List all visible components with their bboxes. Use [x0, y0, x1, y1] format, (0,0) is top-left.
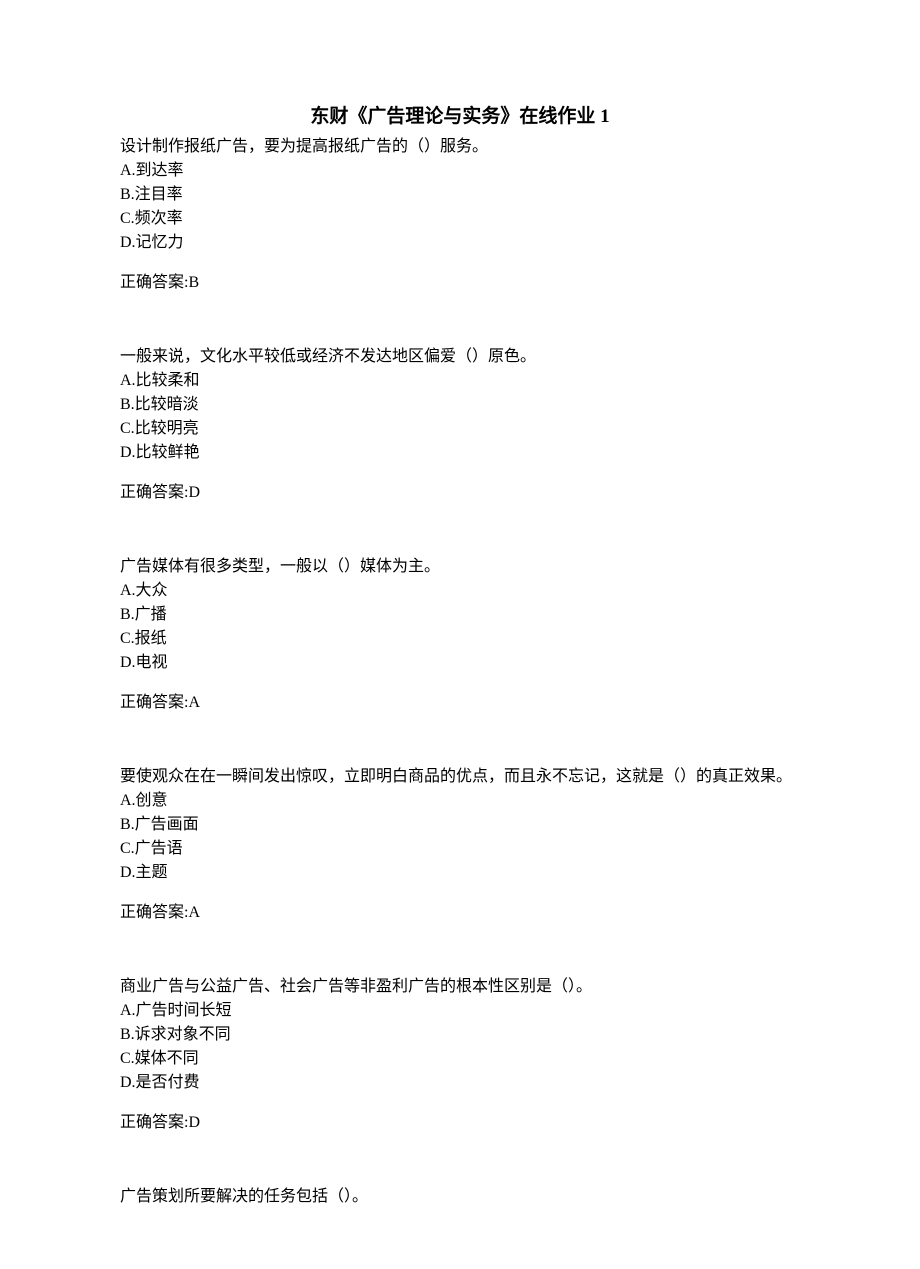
option-d: D.比较鲜艳	[120, 441, 800, 465]
correct-answer: 正确答案:B	[120, 271, 800, 295]
page-title: 东财《广告理论与实务》在线作业 1	[120, 103, 800, 132]
question-1: 设计制作报纸广告，要为提高报纸广告的（）服务。 A.到达率 B.注目率 C.频次…	[120, 135, 800, 295]
correct-answer: 正确答案:A	[120, 691, 800, 715]
option-d: D.电视	[120, 651, 800, 675]
option-a: A.到达率	[120, 159, 800, 183]
question-5: 商业广告与公益广告、社会广告等非盈利广告的根本性区别是（）。 A.广告时间长短 …	[120, 975, 800, 1135]
option-d: D.记忆力	[120, 231, 800, 255]
option-a: A.大众	[120, 579, 800, 603]
question-4: 要使观众在在一瞬间发出惊叹，立即明白商品的优点，而且永不忘记，这就是（）的真正效…	[120, 765, 800, 925]
option-a: A.广告时间长短	[120, 999, 800, 1023]
question-6: 广告策划所要解决的任务包括（）。	[120, 1185, 800, 1209]
correct-answer: 正确答案:D	[120, 1111, 800, 1135]
option-c: C.媒体不同	[120, 1047, 800, 1071]
option-c: C.比较明亮	[120, 417, 800, 441]
option-b: B.注目率	[120, 183, 800, 207]
question-text: 设计制作报纸广告，要为提高报纸广告的（）服务。	[120, 135, 800, 159]
option-a: A.创意	[120, 789, 800, 813]
option-b: B.诉求对象不同	[120, 1023, 800, 1047]
option-c: C.报纸	[120, 627, 800, 651]
question-text: 一般来说，文化水平较低或经济不发达地区偏爱（）原色。	[120, 345, 800, 369]
option-c: C.广告语	[120, 837, 800, 861]
option-a: A.比较柔和	[120, 369, 800, 393]
question-text: 要使观众在在一瞬间发出惊叹，立即明白商品的优点，而且永不忘记，这就是（）的真正效…	[120, 765, 800, 789]
correct-answer: 正确答案:D	[120, 481, 800, 505]
option-b: B.广告画面	[120, 813, 800, 837]
question-text: 商业广告与公益广告、社会广告等非盈利广告的根本性区别是（）。	[120, 975, 800, 999]
document-page: 东财《广告理论与实务》在线作业 1 设计制作报纸广告，要为提高报纸广告的（）服务…	[0, 0, 920, 1269]
correct-answer: 正确答案:A	[120, 901, 800, 925]
option-b: B.比较暗淡	[120, 393, 800, 417]
option-c: C.频次率	[120, 207, 800, 231]
question-text: 广告媒体有很多类型，一般以（）媒体为主。	[120, 555, 800, 579]
question-3: 广告媒体有很多类型，一般以（）媒体为主。 A.大众 B.广播 C.报纸 D.电视…	[120, 555, 800, 715]
option-d: D.主题	[120, 861, 800, 885]
option-d: D.是否付费	[120, 1071, 800, 1095]
question-text: 广告策划所要解决的任务包括（）。	[120, 1185, 800, 1209]
option-b: B.广播	[120, 603, 800, 627]
question-2: 一般来说，文化水平较低或经济不发达地区偏爱（）原色。 A.比较柔和 B.比较暗淡…	[120, 345, 800, 505]
